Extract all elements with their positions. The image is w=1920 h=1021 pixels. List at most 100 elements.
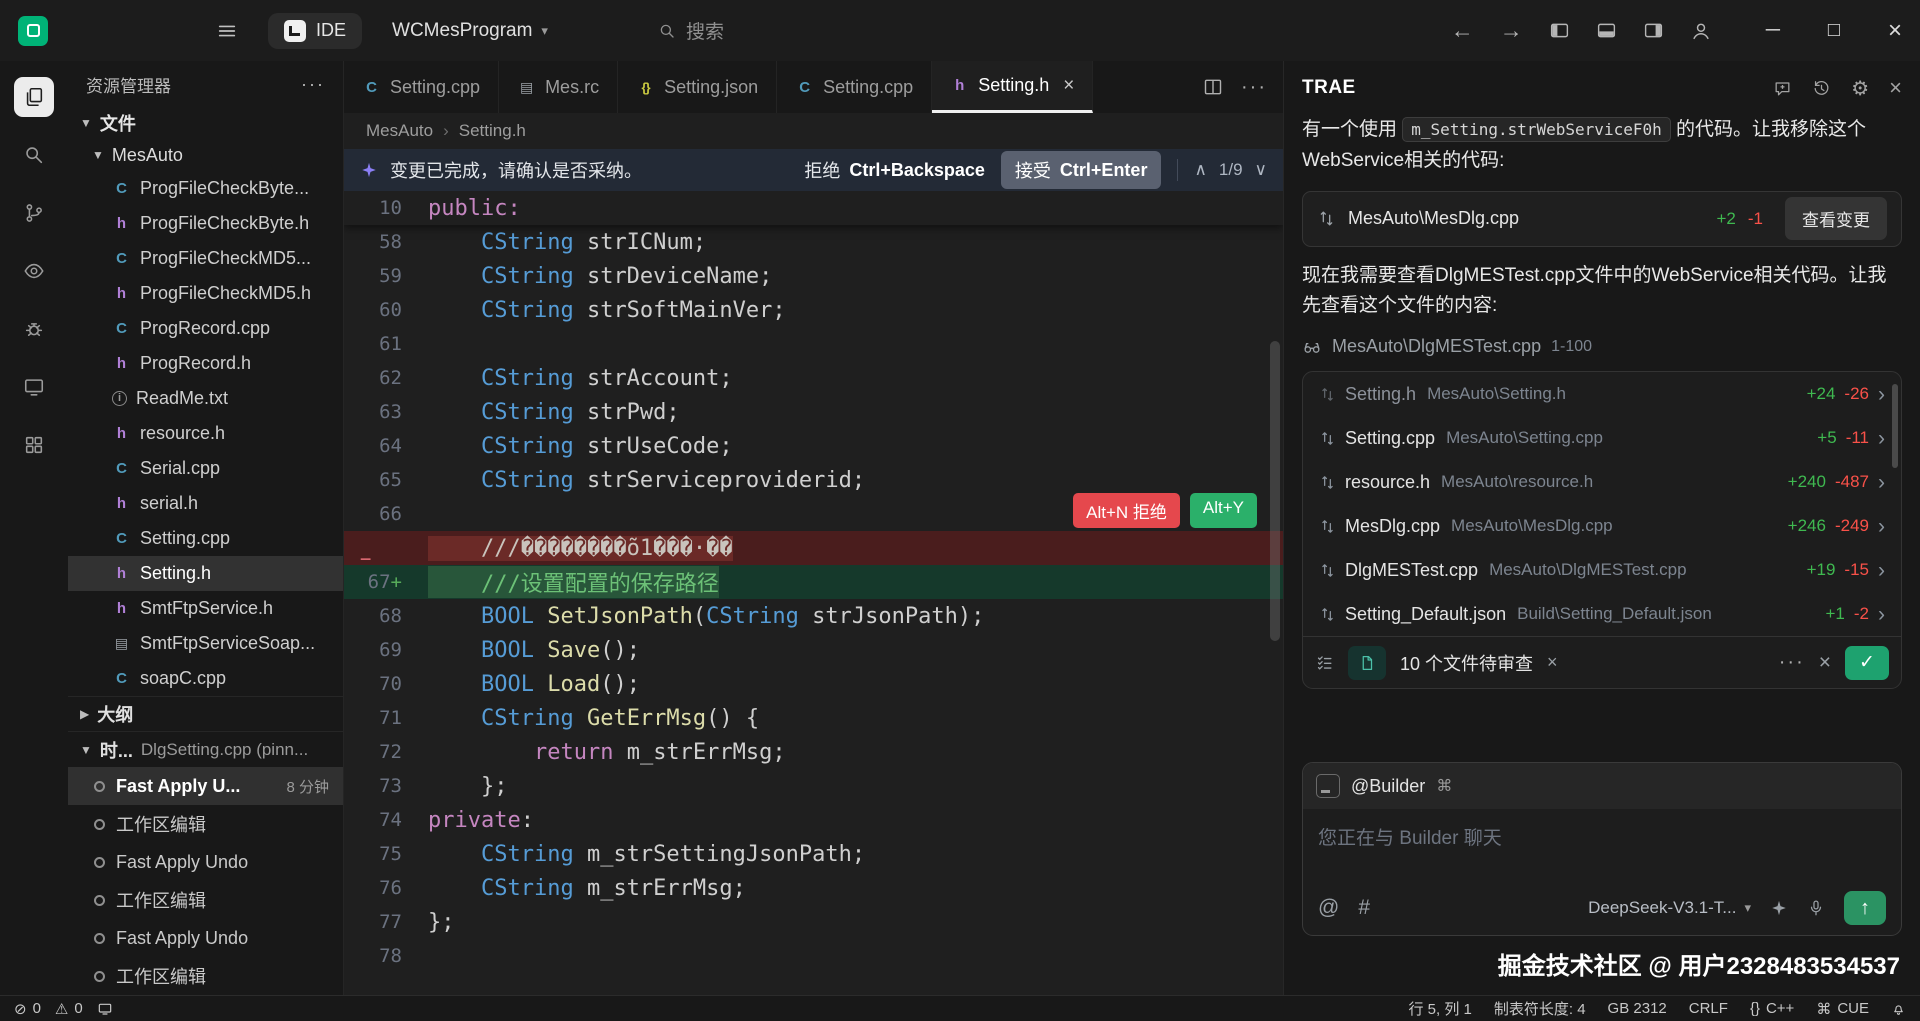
changed-file-row[interactable]: DlgMESTest.cpp MesAuto\DlgMESTest.cpp +1… (1303, 548, 1901, 592)
changed-file-row[interactable]: resource.h MesAuto\resource.h +240 -487 … (1303, 460, 1901, 504)
account-icon[interactable] (1690, 20, 1712, 42)
activity-search-icon[interactable] (9, 129, 59, 181)
breadcrumb-root[interactable]: MesAuto (366, 121, 433, 141)
project-selector[interactable]: WCMesProgram ▾ (392, 20, 548, 42)
file-tree-item[interactable]: serial.h (68, 486, 343, 521)
builder-context-bar[interactable]: @Builder ⌘ (1303, 763, 1901, 809)
task-list-icon[interactable] (1315, 653, 1334, 672)
clear-review-icon[interactable]: × (1547, 652, 1558, 673)
toggle-bottom-panel-icon[interactable] (1596, 20, 1617, 41)
file-review-button[interactable] (1348, 646, 1386, 680)
scrollbar-thumb[interactable] (1270, 341, 1280, 641)
editor-tab[interactable]: Mes.rc × (499, 61, 618, 113)
chevron-right-icon[interactable]: › (1878, 428, 1885, 449)
menu-item[interactable] (176, 25, 204, 37)
timeline-item[interactable]: Fast Apply Undo (68, 843, 343, 881)
code-editor[interactable]: 10 public: 58 CString strICNum;59 CStrin… (344, 191, 1283, 995)
menu-item[interactable] (64, 25, 92, 37)
chevron-right-icon[interactable]: › (1878, 472, 1885, 493)
section-files[interactable]: ▼ 文件 (68, 107, 343, 140)
code-line[interactable]: 76 CString m_strErrMsg; (344, 871, 1283, 905)
changed-file-row[interactable]: Setting.cpp MesAuto\Setting.cpp +5 -11 › (1303, 416, 1901, 460)
chevron-right-icon[interactable]: › (1878, 384, 1885, 405)
context-tag-icon[interactable]: # (1358, 896, 1370, 920)
chevron-right-icon[interactable]: › (1878, 560, 1885, 581)
mic-icon[interactable] (1807, 899, 1825, 917)
code-line[interactable]: 70 BOOL Load(); (344, 667, 1283, 701)
editor-scrollbar[interactable] (1270, 191, 1282, 995)
file-change-card[interactable]: MesAuto\MesDlg.cpp +2 -1 查看变更 (1302, 191, 1902, 247)
timeline-item[interactable]: 工作区编辑 (68, 805, 343, 843)
cursor-position[interactable]: 行 5, 列 1 (1409, 998, 1472, 1019)
sticky-scope-line[interactable]: 10 public: (344, 191, 1283, 225)
file-tree-item[interactable]: SmtFtpService.h (68, 591, 343, 626)
code-line[interactable]: 73 }; (344, 769, 1283, 803)
file-tree-item[interactable]: soapC.cpp (68, 661, 343, 696)
menu-item[interactable] (148, 25, 176, 37)
timeline-item[interactable]: Fast Apply Undo (68, 919, 343, 957)
code-line[interactable]: 72 return m_strErrMsg; (344, 735, 1283, 769)
close-panel-icon[interactable]: × (1889, 75, 1902, 101)
editor-tab[interactable]: Setting.cpp × (777, 61, 932, 113)
app-logo-icon[interactable] (18, 16, 48, 46)
activity-extensions-icon[interactable] (9, 419, 59, 471)
file-tree-item[interactable]: SmtFtpServiceSoap... (68, 626, 343, 661)
reject-all-icon[interactable]: × (1819, 651, 1831, 675)
breadcrumb-file[interactable]: Setting.h (459, 121, 526, 141)
file-reference[interactable]: MesAuto\DlgMESTest.cpp 1-100 (1302, 336, 1902, 357)
next-change-icon[interactable]: ∨ (1255, 160, 1267, 180)
code-line[interactable]: 61 (344, 327, 1283, 361)
section-outline[interactable]: ▶ 大纲 (68, 696, 343, 732)
changed-file-row[interactable]: Setting.h MesAuto\Setting.h +24 -26 › (1303, 372, 1901, 416)
prev-change-icon[interactable]: ∧ (1194, 160, 1206, 180)
maximize-icon[interactable]: □ (1828, 19, 1840, 42)
accept-changes-button[interactable]: 接受 Ctrl+Enter (1001, 151, 1162, 189)
encoding[interactable]: GB 2312 (1608, 1000, 1667, 1017)
activity-explorer-icon[interactable] (9, 71, 59, 123)
chat-input[interactable]: 您正在与 Builder 聊天 (1303, 809, 1901, 881)
code-line[interactable]: 65 CString strServiceproviderid; (344, 463, 1283, 497)
close-tab-icon[interactable]: × (1063, 75, 1074, 97)
editor-tab[interactable]: Setting.h × (932, 61, 1093, 113)
file-tree-item[interactable]: ProgFileCheckMD5.h (68, 276, 343, 311)
more-actions-icon[interactable]: ··· (1779, 651, 1805, 674)
timeline-item[interactable]: 工作区编辑 (68, 957, 343, 995)
ide-mode-button[interactable]: IDE (268, 13, 362, 49)
terminal-status-icon[interactable] (97, 1001, 113, 1017)
code-line[interactable]: 68 BOOL SetJsonPath(CString strJsonPath)… (344, 599, 1283, 633)
menu-item[interactable] (92, 25, 120, 37)
settings-gear-icon[interactable]: ⚙ (1851, 76, 1869, 101)
code-line[interactable]: 64 CString strUseCode; (344, 429, 1283, 463)
warning-count[interactable]: ⚠0 (55, 1000, 83, 1018)
tree-root-mesauto[interactable]: ▼ MesAuto (68, 140, 343, 171)
code-line[interactable]: 75 CString m_strSettingJsonPath; (344, 837, 1283, 871)
code-line[interactable]: − ///��������õ1���·�� (344, 531, 1283, 565)
tab-size[interactable]: 制表符长度: 4 (1494, 998, 1586, 1019)
language-mode[interactable]: {}C++ (1750, 1000, 1794, 1017)
feedback-icon[interactable] (1773, 79, 1792, 98)
error-count[interactable]: ⊘0 (14, 1000, 41, 1018)
view-changes-button[interactable]: 查看变更 (1785, 197, 1887, 240)
reject-hunk-badge[interactable]: Alt+N 拒绝 (1073, 493, 1180, 528)
global-search[interactable]: 搜索 (658, 17, 724, 44)
code-line[interactable]: 77}; (344, 905, 1283, 939)
forward-icon[interactable]: → (1500, 19, 1523, 42)
changed-file-row[interactable]: Setting_Default.json Build\Setting_Defau… (1303, 592, 1901, 636)
code-line[interactable]: 63 CString strPwd; (344, 395, 1283, 429)
more-actions-icon[interactable]: ··· (1241, 76, 1267, 99)
menu-item[interactable] (120, 25, 148, 37)
send-button[interactable]: ↑ (1844, 891, 1886, 925)
code-line[interactable]: 71 CString GetErrMsg() { (344, 701, 1283, 735)
sparkle-icon[interactable] (1770, 899, 1788, 917)
file-tree-item[interactable]: Setting.h (68, 556, 343, 591)
code-line[interactable]: 78 (344, 939, 1283, 973)
code-line[interactable]: 74private: (344, 803, 1283, 837)
editor-tab[interactable]: Setting.json × (618, 61, 777, 113)
mention-icon[interactable]: @ (1318, 896, 1339, 920)
section-timeline[interactable]: ▼ 时... DlgSetting.cpp (pinn... (68, 731, 343, 767)
close-window-icon[interactable]: × (1888, 17, 1902, 45)
timeline-item[interactable]: 工作区编辑 (68, 881, 343, 919)
minimize-icon[interactable]: ─ (1766, 19, 1780, 42)
chevron-right-icon[interactable]: › (1878, 516, 1885, 537)
toggle-left-panel-icon[interactable] (1549, 20, 1570, 41)
